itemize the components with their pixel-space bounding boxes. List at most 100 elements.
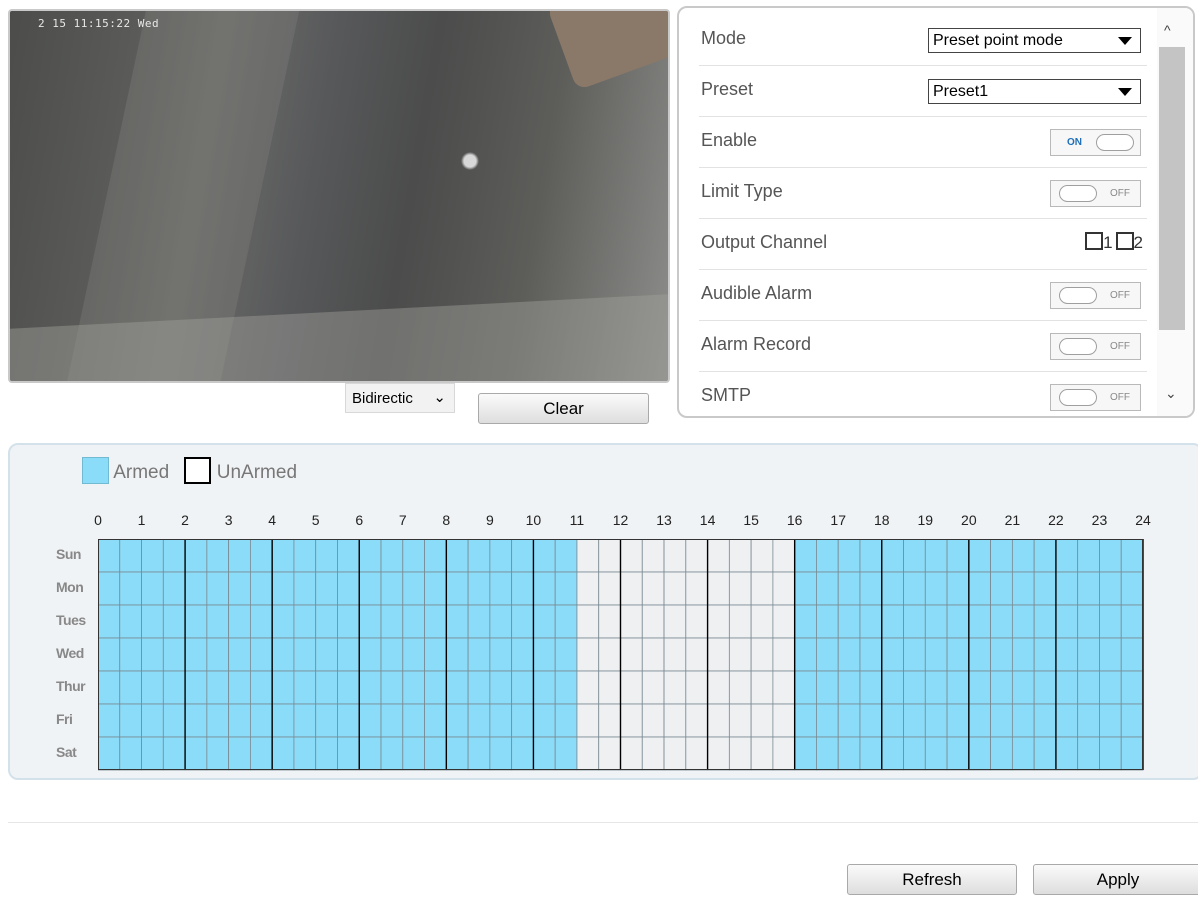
schedule-cell[interactable] bbox=[402, 539, 425, 573]
schedule-cell[interactable] bbox=[1099, 637, 1122, 672]
schedule-cell[interactable] bbox=[837, 637, 861, 672]
schedule-cell[interactable] bbox=[467, 736, 491, 771]
schedule-cell[interactable] bbox=[903, 604, 926, 639]
schedule-cell[interactable] bbox=[598, 604, 621, 639]
schedule-cell[interactable] bbox=[990, 736, 1013, 771]
schedule-cell[interactable] bbox=[1120, 539, 1144, 573]
schedule-cell[interactable] bbox=[968, 571, 992, 606]
schedule-cell[interactable] bbox=[620, 604, 643, 639]
schedule-cell[interactable] bbox=[728, 736, 752, 771]
schedule-cell[interactable] bbox=[184, 539, 208, 573]
mode-select[interactable]: Preset point mode bbox=[928, 28, 1141, 53]
schedule-cell[interactable] bbox=[271, 736, 295, 771]
schedule-cell[interactable] bbox=[924, 637, 948, 672]
schedule-cell[interactable] bbox=[598, 637, 621, 672]
schedule-cell[interactable] bbox=[576, 637, 600, 672]
schedule-cell[interactable] bbox=[315, 670, 338, 705]
schedule-cell[interactable] bbox=[1033, 604, 1057, 639]
schedule-cell[interactable] bbox=[772, 736, 796, 771]
schedule-cell[interactable] bbox=[337, 539, 360, 573]
schedule-cell[interactable] bbox=[881, 670, 904, 705]
schedule-cell[interactable] bbox=[750, 703, 774, 738]
schedule-cell[interactable] bbox=[337, 637, 360, 672]
schedule-cell[interactable] bbox=[598, 571, 621, 606]
schedule-cell[interactable] bbox=[1011, 539, 1035, 573]
schedule-cell[interactable] bbox=[859, 670, 883, 705]
schedule-cell[interactable] bbox=[315, 539, 338, 573]
schedule-cell[interactable] bbox=[816, 703, 839, 738]
schedule-cell[interactable] bbox=[990, 637, 1013, 672]
schedule-cell[interactable] bbox=[315, 604, 338, 639]
schedule-cell[interactable] bbox=[816, 736, 839, 771]
schedule-cell[interactable] bbox=[402, 703, 425, 738]
schedule-cell[interactable] bbox=[293, 736, 317, 771]
schedule-cell[interactable] bbox=[141, 604, 164, 639]
schedule-cell[interactable] bbox=[598, 670, 621, 705]
schedule-cell[interactable] bbox=[315, 736, 338, 771]
schedule-cell[interactable] bbox=[249, 736, 273, 771]
schedule-cell[interactable] bbox=[249, 604, 273, 639]
schedule-cell[interactable] bbox=[293, 571, 317, 606]
schedule-cell[interactable] bbox=[641, 571, 665, 606]
schedule-cell[interactable] bbox=[271, 670, 295, 705]
schedule-cell[interactable] bbox=[837, 670, 861, 705]
schedule-cell[interactable] bbox=[511, 703, 534, 738]
schedule-cell[interactable] bbox=[772, 703, 796, 738]
schedule-cell[interactable] bbox=[467, 604, 491, 639]
schedule-cell[interactable] bbox=[98, 736, 121, 771]
schedule-cell[interactable] bbox=[184, 703, 208, 738]
schedule-cell[interactable] bbox=[1033, 670, 1057, 705]
schedule-cell[interactable] bbox=[358, 637, 382, 672]
schedule-cell[interactable] bbox=[119, 670, 142, 705]
schedule-cell[interactable] bbox=[707, 571, 730, 606]
schedule-cell[interactable] bbox=[663, 703, 687, 738]
schedule-cell[interactable] bbox=[881, 736, 904, 771]
schedule-cell[interactable] bbox=[98, 703, 121, 738]
schedule-cell[interactable] bbox=[990, 670, 1013, 705]
scroll-down-icon[interactable]: ⌄ bbox=[1165, 385, 1177, 402]
schedule-cell[interactable] bbox=[685, 604, 708, 639]
schedule-cell[interactable] bbox=[119, 571, 142, 606]
clear-button[interactable]: Clear bbox=[478, 393, 649, 424]
schedule-cell[interactable] bbox=[772, 571, 796, 606]
schedule-cell[interactable] bbox=[837, 736, 861, 771]
schedule-cell[interactable] bbox=[685, 637, 708, 672]
schedule-cell[interactable] bbox=[467, 539, 491, 573]
schedule-cell[interactable] bbox=[380, 637, 404, 672]
schedule-cell[interactable] bbox=[206, 539, 230, 573]
schedule-cell[interactable] bbox=[794, 736, 817, 771]
schedule-cell[interactable] bbox=[794, 703, 817, 738]
schedule-cell[interactable] bbox=[511, 539, 534, 573]
schedule-cell[interactable] bbox=[489, 703, 513, 738]
schedule-cell[interactable] bbox=[663, 637, 687, 672]
schedule-cell[interactable] bbox=[576, 571, 600, 606]
schedule-cell[interactable] bbox=[402, 571, 425, 606]
schedule-cell[interactable] bbox=[641, 604, 665, 639]
schedule-cell[interactable] bbox=[293, 539, 317, 573]
schedule-cell[interactable] bbox=[903, 736, 926, 771]
schedule-cell[interactable] bbox=[554, 571, 578, 606]
schedule-cell[interactable] bbox=[119, 637, 142, 672]
scroll-up-icon[interactable]: ^ bbox=[1164, 22, 1171, 38]
schedule-cell[interactable] bbox=[249, 637, 273, 672]
schedule-cell[interactable] bbox=[1011, 736, 1035, 771]
schedule-cell[interactable] bbox=[228, 604, 251, 639]
schedule-cell[interactable] bbox=[489, 539, 513, 573]
schedule-cell[interactable] bbox=[358, 571, 382, 606]
enable-toggle[interactable]: ON bbox=[1050, 129, 1141, 156]
schedule-cell[interactable] bbox=[206, 571, 230, 606]
schedule-cell[interactable] bbox=[794, 604, 817, 639]
schedule-cell[interactable] bbox=[402, 604, 425, 639]
schedule-cell[interactable] bbox=[162, 637, 186, 672]
schedule-cell[interactable] bbox=[685, 736, 708, 771]
schedule-cell[interactable] bbox=[1077, 637, 1100, 672]
schedule-grid[interactable] bbox=[98, 539, 1146, 771]
schedule-cell[interactable] bbox=[794, 571, 817, 606]
schedule-cell[interactable] bbox=[663, 736, 687, 771]
schedule-cell[interactable] bbox=[141, 670, 164, 705]
schedule-cell[interactable] bbox=[1120, 736, 1144, 771]
schedule-cell[interactable] bbox=[358, 703, 382, 738]
schedule-cell[interactable] bbox=[271, 604, 295, 639]
limit-type-toggle[interactable]: OFF bbox=[1050, 180, 1141, 207]
schedule-cell[interactable] bbox=[184, 637, 208, 672]
